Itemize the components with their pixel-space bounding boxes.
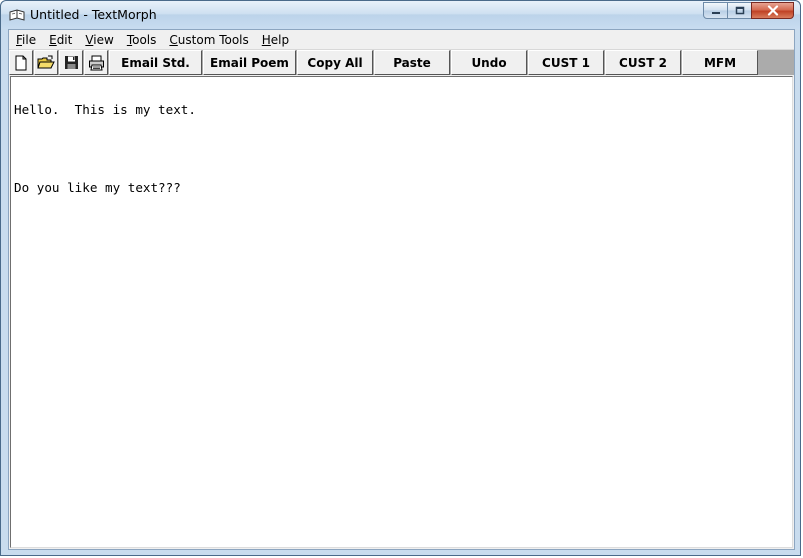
minimize-icon (711, 11, 720, 14)
email-std-button[interactable]: Email Std. (109, 50, 202, 75)
email-poem-button[interactable]: Email Poem (203, 50, 296, 75)
text-editor[interactable]: Hello. This is my text. Do you like my t… (10, 76, 793, 548)
menu-custom-tools[interactable]: Custom Tools (162, 33, 254, 47)
caption-buttons (703, 2, 794, 19)
menu-bar: File Edit View Tools Custom Tools Help (9, 30, 794, 50)
menu-view[interactable]: View (78, 33, 119, 47)
maximize-button[interactable] (727, 2, 752, 19)
app-window: Untitled - TextMorph File Edit View Tool… (0, 0, 801, 556)
open-folder-icon (37, 55, 55, 69)
new-button[interactable] (9, 50, 33, 75)
cust-2-button[interactable]: CUST 2 (605, 50, 681, 75)
cust-1-button[interactable]: CUST 1 (528, 50, 604, 75)
menu-file[interactable]: File (9, 33, 42, 47)
title-bar[interactable]: Untitled - TextMorph (1, 1, 800, 29)
print-button[interactable] (84, 50, 108, 75)
open-button[interactable] (34, 50, 58, 75)
mfm-button[interactable]: MFM (682, 50, 758, 75)
text-line: Do you like my text??? (14, 180, 181, 195)
text-line: Hello. This is my text. (14, 102, 196, 117)
floppy-disk-icon (64, 56, 78, 69)
save-button[interactable] (59, 50, 83, 75)
book-icon[interactable] (9, 8, 25, 22)
paste-button[interactable]: Paste (374, 50, 450, 75)
menu-edit[interactable]: Edit (42, 33, 78, 47)
undo-button[interactable]: Undo (451, 50, 527, 75)
printer-icon (88, 55, 104, 70)
client-area: File Edit View Tools Custom Tools Help E… (8, 29, 795, 550)
menu-tools[interactable]: Tools (120, 33, 163, 47)
minimize-button[interactable] (703, 2, 728, 19)
menu-help[interactable]: Help (255, 33, 295, 47)
copy-all-button[interactable]: Copy All (297, 50, 373, 75)
text-line (14, 142, 789, 155)
window-title: Untitled - TextMorph (30, 7, 157, 22)
toolbar: Email Std. Email Poem Copy All Paste Und… (9, 50, 794, 75)
close-icon (767, 5, 778, 16)
close-button[interactable] (751, 2, 794, 19)
new-document-icon (15, 55, 27, 70)
maximize-icon (735, 6, 744, 15)
